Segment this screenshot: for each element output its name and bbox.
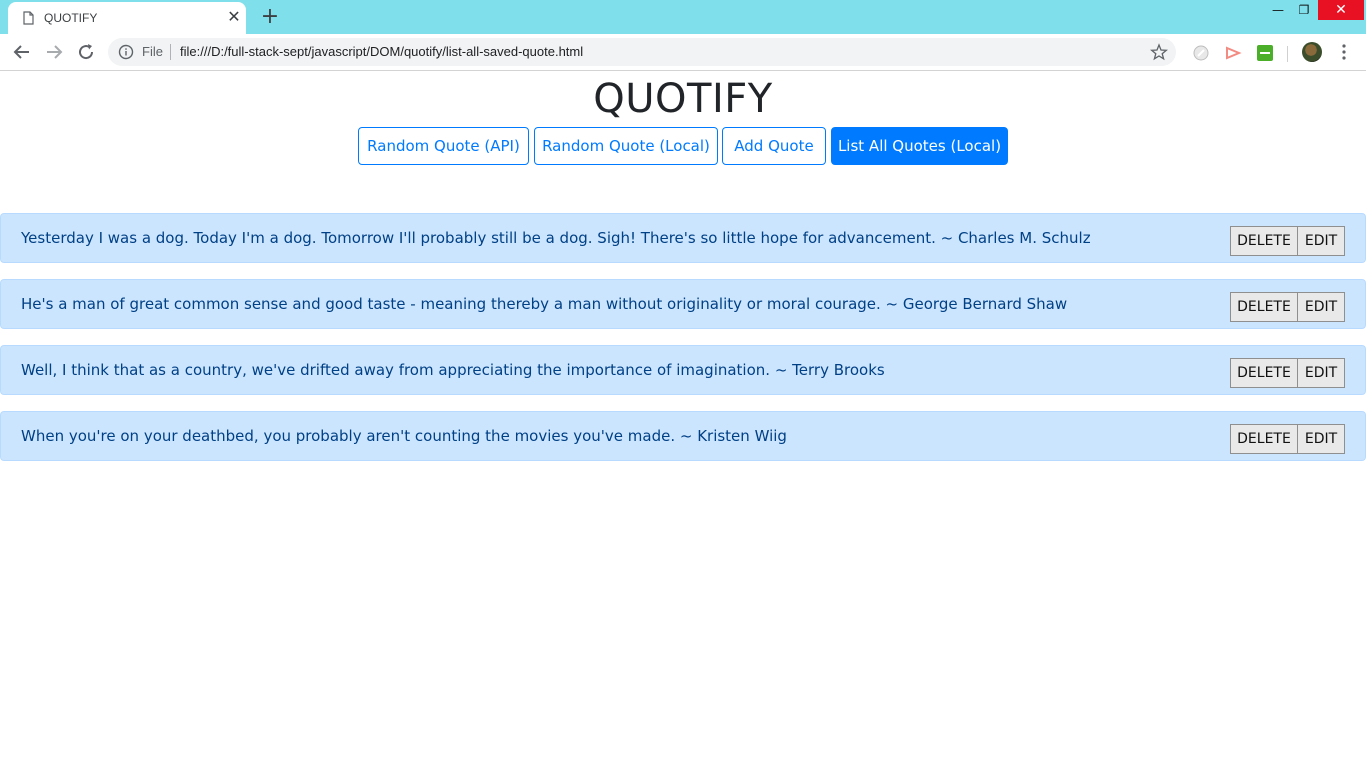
delete-button[interactable]: DELETE (1230, 226, 1298, 256)
scheme-label: File (142, 44, 163, 59)
delete-button[interactable]: DELETE (1230, 424, 1298, 454)
page-icon (23, 11, 34, 25)
reload-icon[interactable] (74, 40, 98, 64)
delete-button[interactable]: DELETE (1230, 358, 1298, 388)
page-content: QUOTIFY Random Quote (API) Random Quote … (0, 71, 1366, 768)
profile-avatar[interactable] (1302, 42, 1322, 62)
minimize-button[interactable]: — (1266, 0, 1290, 20)
quote-item: When you're on your deathbed, you probab… (0, 411, 1366, 461)
url-text[interactable]: file:///D:/full-stack-sept/javascript/DO… (180, 44, 583, 59)
edit-button[interactable]: EDIT (1297, 292, 1345, 322)
close-tab-icon[interactable]: ✕ (226, 9, 242, 25)
kebab-menu-icon[interactable] (1336, 43, 1352, 61)
new-tab-button[interactable]: + (259, 6, 281, 28)
bookmark-star-icon[interactable] (1150, 43, 1168, 61)
quote-item: Well, I think that as a country, we've d… (0, 345, 1366, 395)
cors-extension-icon[interactable] (1256, 44, 1274, 62)
add-quote-button[interactable]: Add Quote (722, 127, 826, 165)
browser-toolbar: File file:///D:/full-stack-sept/javascri… (0, 34, 1366, 71)
quote-text: Well, I think that as a country, we've d… (21, 361, 885, 379)
random-quote-local-button[interactable]: Random Quote (Local) (534, 127, 718, 165)
extension-play-icon[interactable] (1224, 44, 1242, 62)
page-title: QUOTIFY (593, 76, 773, 122)
toolbar-divider (1287, 46, 1288, 62)
quote-text: When you're on your deathbed, you probab… (21, 427, 787, 445)
random-quote-api-button[interactable]: Random Quote (API) (358, 127, 529, 165)
list-all-quotes-button[interactable]: List All Quotes (Local) (831, 127, 1008, 165)
quote-item: Yesterday I was a dog. Today I'm a dog. … (0, 213, 1366, 263)
quote-text: Yesterday I was a dog. Today I'm a dog. … (21, 229, 1091, 247)
extension-icon[interactable] (1192, 44, 1210, 62)
omnibox-divider (170, 44, 171, 60)
browser-tab[interactable]: QUOTIFY ✕ (8, 2, 246, 34)
edit-button[interactable]: EDIT (1297, 424, 1345, 454)
maximize-button[interactable]: ❐ (1292, 0, 1316, 20)
back-arrow-icon[interactable] (10, 40, 34, 64)
edit-button[interactable]: EDIT (1297, 358, 1345, 388)
quote-item: He's a man of great common sense and goo… (0, 279, 1366, 329)
forward-arrow-icon[interactable] (42, 40, 66, 64)
close-window-button[interactable]: ✕ (1318, 0, 1364, 20)
info-icon[interactable] (118, 44, 134, 60)
delete-button[interactable]: DELETE (1230, 292, 1298, 322)
tab-title: QUOTIFY (44, 11, 98, 25)
quote-text: He's a man of great common sense and goo… (21, 295, 1068, 313)
tab-strip: QUOTIFY ✕ + — ❐ ✕ (0, 0, 1366, 34)
address-bar[interactable]: File file:///D:/full-stack-sept/javascri… (108, 38, 1176, 66)
edit-button[interactable]: EDIT (1297, 226, 1345, 256)
